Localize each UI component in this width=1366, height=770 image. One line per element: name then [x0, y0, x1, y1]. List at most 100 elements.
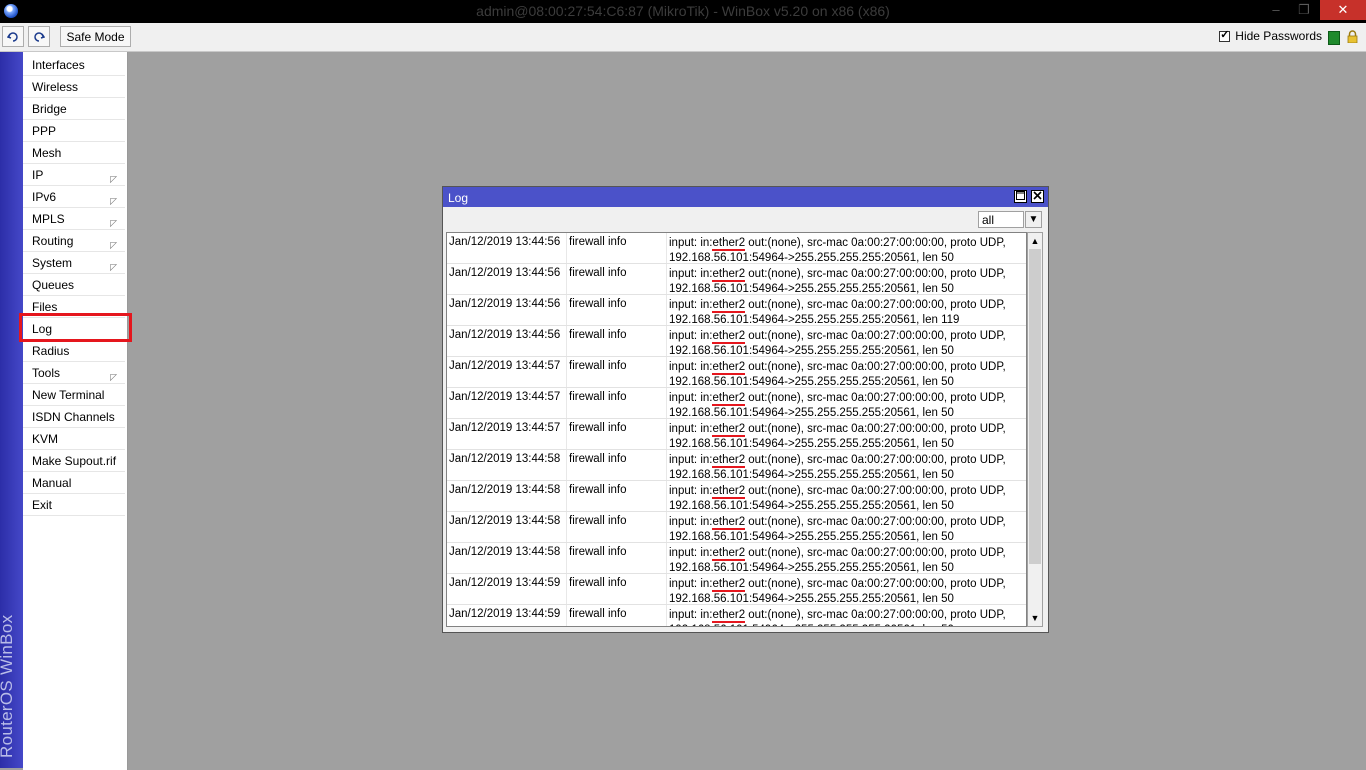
sidebar-item-label: Queues	[32, 278, 75, 292]
log-message: input: in:ether2 out:(none), src-mac 0a:…	[669, 298, 1006, 328]
log-time: Jan/12/2019 13:44:58	[449, 515, 561, 527]
sidebar-item-label: Wireless	[32, 80, 79, 94]
log-time: Jan/12/2019 13:44:56	[449, 267, 561, 279]
sidebar-item-isdn-channels[interactable]: ISDN Channels	[23, 406, 125, 428]
log-scrollbar[interactable]: ▲ ▼	[1027, 232, 1043, 627]
sidebar-item-ipv6[interactable]: IPv6 ◸	[23, 186, 125, 208]
log-row[interactable]: Jan/12/2019 13:44:56 firewall info input: …	[447, 295, 1026, 326]
log-message: input: in:ether2 out:(none), src-mac 0a:…	[669, 577, 1006, 607]
log-message-rest: out:(none), src-mac 0a:00:27:00:00:00, p…	[745, 268, 1006, 280]
log-filter[interactable]: all ▼	[978, 211, 1042, 229]
log-row[interactable]: Jan/12/2019 13:44:58 firewall info input: …	[447, 543, 1026, 574]
log-row[interactable]: Jan/12/2019 13:44:56 firewall info input: …	[447, 264, 1026, 295]
sidebar-item-label: Exit	[32, 498, 53, 512]
column-separator	[666, 326, 667, 356]
sidebar-item-mesh[interactable]: Mesh	[23, 142, 125, 164]
log-interface: ether2	[712, 516, 746, 530]
log-row[interactable]: Jan/12/2019 13:44:57 firewall info input: …	[447, 388, 1026, 419]
column-separator	[666, 357, 667, 387]
close-button[interactable]: ✕	[1320, 0, 1366, 20]
column-separator	[666, 574, 667, 604]
scroll-thumb[interactable]	[1029, 249, 1041, 564]
log-row[interactable]: Jan/12/2019 13:44:59 firewall info input: …	[447, 605, 1026, 626]
log-message-prefix: input: in:	[669, 485, 713, 497]
log-message-line2: 192.168.56.101:54964->255.255.255.255:20…	[669, 314, 960, 326]
log-time: Jan/12/2019 13:44:58	[449, 546, 561, 558]
minimize-button[interactable]: –	[1262, 0, 1290, 20]
scroll-up-icon[interactable]: ▲	[1028, 233, 1042, 249]
sidebar-item-mpls[interactable]: MPLS ◸	[23, 208, 125, 230]
log-topics: firewall info	[569, 453, 627, 465]
sidebar-item-queues[interactable]: Queues	[23, 274, 125, 296]
sidebar-item-ppp[interactable]: PPP	[23, 120, 125, 142]
sidebar-item-manual[interactable]: Manual	[23, 472, 125, 494]
log-row[interactable]: Jan/12/2019 13:44:56 firewall info input: …	[447, 326, 1026, 357]
restore-button[interactable]: ❐	[1290, 0, 1318, 20]
log-table: Jan/12/2019 13:44:56 firewall info input: …	[446, 232, 1027, 627]
undo-button[interactable]	[2, 26, 24, 47]
redo-button[interactable]	[28, 26, 50, 47]
log-row[interactable]: Jan/12/2019 13:44:58 firewall info input: …	[447, 450, 1026, 481]
sidebar-item-bridge[interactable]: Bridge	[23, 98, 125, 120]
sidebar-item-interfaces[interactable]: Interfaces	[23, 54, 125, 76]
log-message: input: in:ether2 out:(none), src-mac 0a:…	[669, 608, 1006, 626]
log-message-line2: 192.168.56.101:54964->255.255.255.255:20…	[669, 531, 954, 543]
log-message: input: in:ether2 out:(none), src-mac 0a:…	[669, 484, 1006, 514]
sidebar-item-tools[interactable]: Tools ◸	[23, 362, 125, 384]
safe-mode-button[interactable]: Safe Mode	[60, 26, 131, 47]
sidebar-item-kvm[interactable]: KVM	[23, 428, 125, 450]
column-separator	[666, 233, 667, 263]
log-topics: firewall info	[569, 546, 627, 558]
log-window-maximize-button[interactable]	[1014, 190, 1027, 203]
log-window-title: Log	[448, 191, 469, 205]
log-message-prefix: input: in:	[669, 423, 713, 435]
log-time: Jan/12/2019 13:44:56	[449, 236, 561, 248]
sidebar-item-make-supout-rif[interactable]: Make Supout.rif	[23, 450, 125, 472]
log-topics: firewall info	[569, 360, 627, 372]
hide-passwords-checkbox[interactable]	[1219, 28, 1231, 42]
column-separator	[666, 419, 667, 449]
log-message-prefix: input: in:	[669, 392, 713, 404]
log-interface: ether2	[712, 578, 746, 592]
log-filter-select[interactable]: all	[978, 211, 1024, 228]
log-row[interactable]: Jan/12/2019 13:44:57 firewall info input: …	[447, 357, 1026, 388]
log-filter-dropdown-button[interactable]: ▼	[1025, 211, 1042, 228]
sidebar-item-label: ISDN Channels	[32, 410, 115, 424]
column-separator	[666, 481, 667, 511]
log-interface: ether2	[712, 268, 746, 282]
sidebar-item-system[interactable]: System ◸	[23, 252, 125, 274]
sidebar-item-radius[interactable]: Radius	[23, 340, 125, 362]
scroll-down-icon[interactable]: ▼	[1028, 610, 1042, 626]
log-message-rest: out:(none), src-mac 0a:00:27:00:00:00, p…	[745, 299, 1006, 311]
log-row[interactable]: Jan/12/2019 13:44:57 firewall info input: …	[447, 419, 1026, 450]
log-message-rest: out:(none), src-mac 0a:00:27:00:00:00, p…	[745, 330, 1006, 342]
log-window-close-button[interactable]	[1031, 190, 1044, 203]
sidebar-item-wireless[interactable]: Wireless	[23, 76, 125, 98]
log-interface: ether2	[712, 237, 746, 251]
sidebar-item-routing[interactable]: Routing ◸	[23, 230, 125, 252]
log-row[interactable]: Jan/12/2019 13:44:58 firewall info input: …	[447, 512, 1026, 543]
sidebar-item-label: Manual	[32, 476, 72, 490]
log-time: Jan/12/2019 13:44:58	[449, 484, 561, 496]
log-time: Jan/12/2019 13:44:57	[449, 422, 561, 434]
log-row[interactable]: Jan/12/2019 13:44:56 firewall info input: …	[447, 233, 1026, 264]
sidebar-item-label: Routing	[32, 234, 74, 248]
window-title: admin@08:00:27:54:C6:87 (MikroTik) - Win…	[476, 3, 890, 19]
log-message: input: in:ether2 out:(none), src-mac 0a:…	[669, 546, 1006, 576]
sidebar-item-new-terminal[interactable]: New Terminal	[23, 384, 125, 406]
log-message-rest: out:(none), src-mac 0a:00:27:00:00:00, p…	[745, 578, 1006, 590]
log-topics: firewall info	[569, 515, 627, 527]
sidebar-item-ip[interactable]: IP ◸	[23, 164, 125, 186]
log-row[interactable]: Jan/12/2019 13:44:58 firewall info input: …	[447, 481, 1026, 512]
log-topics: firewall info	[569, 577, 627, 589]
log-message-prefix: input: in:	[669, 330, 713, 342]
log-row[interactable]: Jan/12/2019 13:44:59 firewall info input: …	[447, 574, 1026, 605]
log-message: input: in:ether2 out:(none), src-mac 0a:…	[669, 236, 1006, 266]
log-message: input: in:ether2 out:(none), src-mac 0a:…	[669, 329, 1006, 359]
log-highlight-box	[19, 313, 132, 342]
hide-passwords-toggle[interactable]: Hide Passwords	[1219, 28, 1322, 43]
log-window-titlebar[interactable]: Log	[443, 187, 1048, 207]
log-message: input: in:ether2 out:(none), src-mac 0a:…	[669, 453, 1006, 483]
log-message: input: in:ether2 out:(none), src-mac 0a:…	[669, 422, 1006, 452]
sidebar-item-exit[interactable]: Exit	[23, 494, 125, 516]
